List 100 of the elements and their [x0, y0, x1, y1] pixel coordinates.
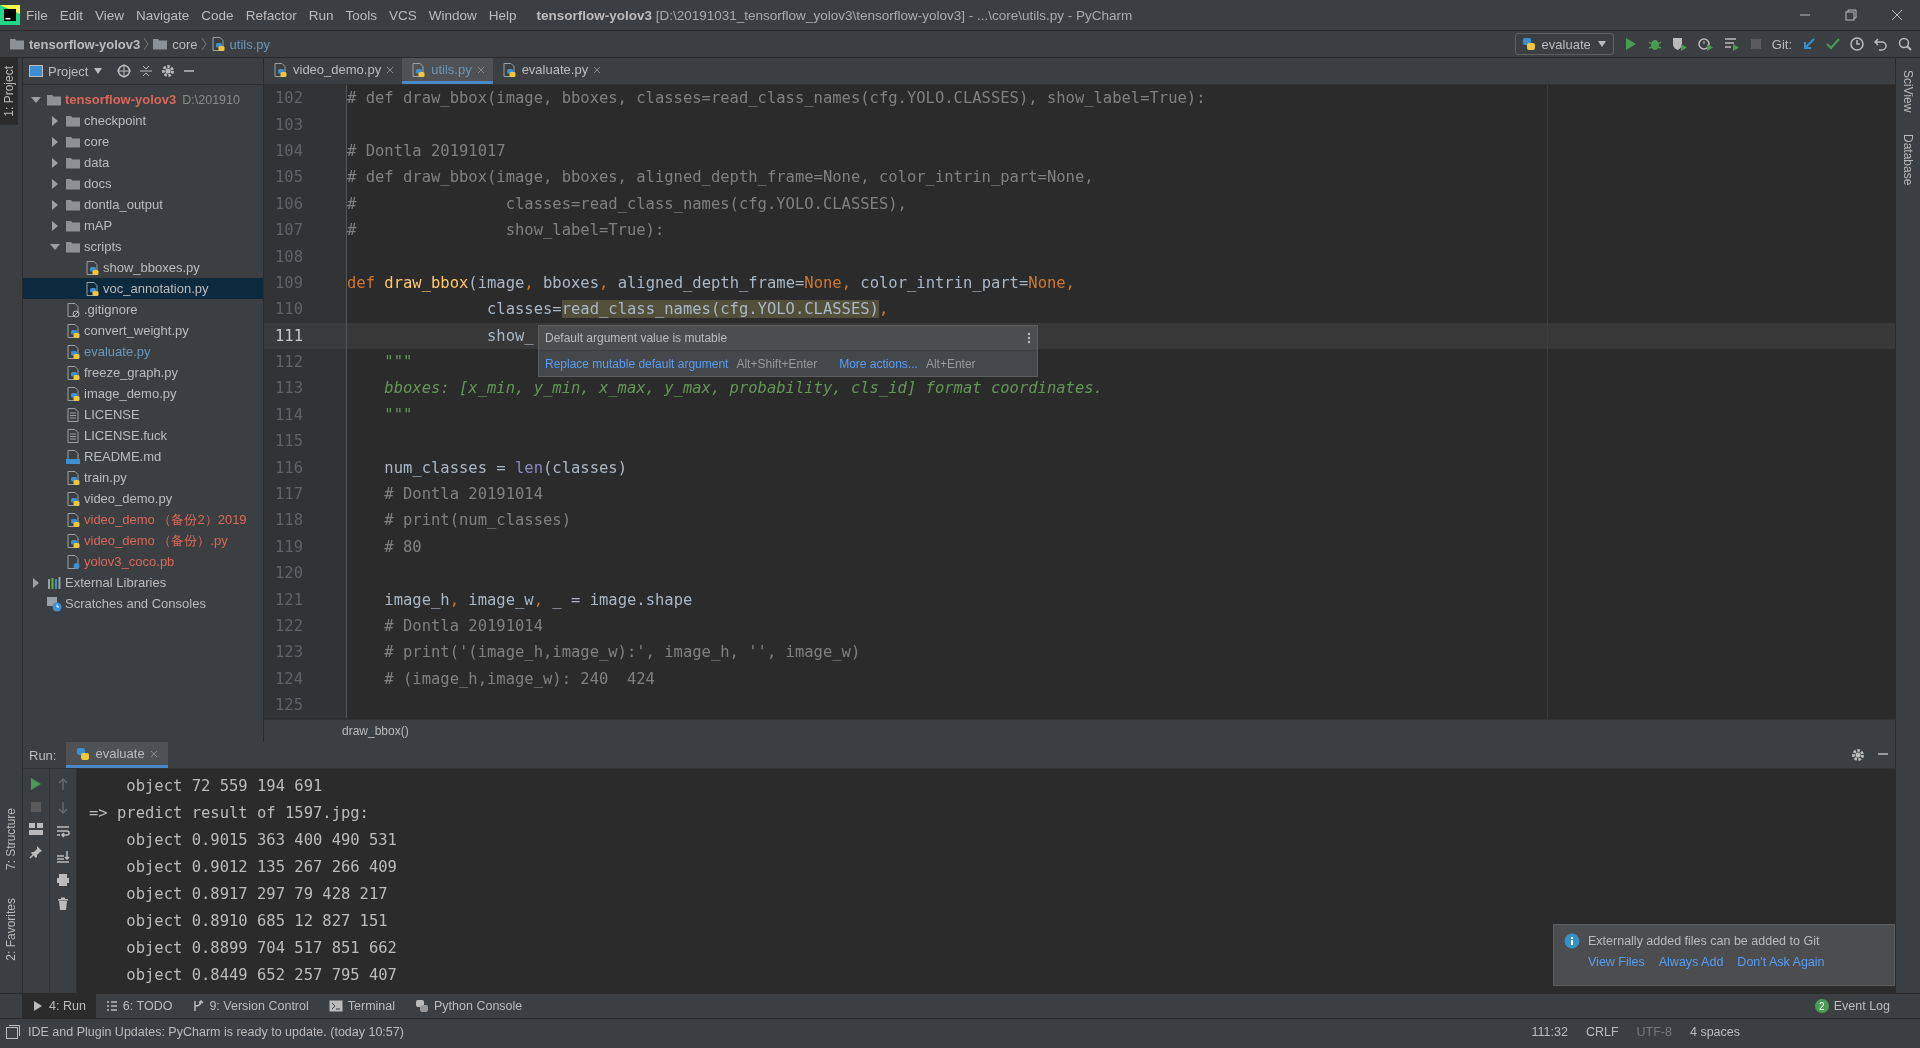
- scroll-to-end-icon[interactable]: [56, 849, 70, 863]
- breadcrumb[interactable]: utils.py: [206, 34, 273, 54]
- close-icon[interactable]: [476, 65, 485, 74]
- tool-window-button[interactable]: SciView: [1899, 64, 1917, 119]
- trash-icon[interactable]: [57, 897, 69, 911]
- tree-item[interactable]: core: [23, 131, 263, 152]
- run-configuration-dropdown[interactable]: evaluate: [1514, 33, 1614, 55]
- tree-item[interactable]: docs: [23, 173, 263, 194]
- quick-fix-link[interactable]: More actions...: [839, 356, 918, 371]
- python-file-icon: [65, 532, 81, 549]
- rerun-icon[interactable]: [29, 777, 43, 791]
- menu-item[interactable]: View: [89, 4, 131, 26]
- tool-window-tab[interactable]: 9: Version Control: [182, 994, 319, 1018]
- library-icon: [46, 574, 62, 591]
- editor-tab[interactable]: evaluate.py: [492, 58, 610, 84]
- status-item[interactable]: 4 spaces: [1689, 1025, 1740, 1039]
- menu-item[interactable]: Edit: [53, 4, 90, 26]
- quick-fix-link[interactable]: Replace mutable default argument: [545, 356, 729, 371]
- tree-item[interactable]: evaluate.py: [23, 341, 263, 362]
- close-icon[interactable]: [149, 749, 158, 758]
- coverage-icon[interactable]: [1671, 37, 1688, 51]
- menu-item[interactable]: Refactor: [239, 4, 303, 26]
- menu-item[interactable]: Code: [195, 4, 240, 26]
- tree-item[interactable]: dontla_output: [23, 194, 263, 215]
- settings-icon[interactable]: [1851, 748, 1865, 762]
- search-icon[interactable]: [1898, 37, 1912, 51]
- soft-wrap-icon[interactable]: [56, 825, 70, 839]
- event-log-button[interactable]: 2 Event Log: [1814, 999, 1890, 1013]
- app-logo-icon: [0, 5, 20, 25]
- layout-icon[interactable]: [29, 823, 43, 835]
- breadcrumb[interactable]: core: [149, 34, 201, 54]
- tree-item[interactable]: freeze_graph.py: [23, 362, 263, 383]
- panel-toggle-icon[interactable]: [6, 1025, 20, 1039]
- project-view-dropdown[interactable]: Project: [29, 63, 104, 79]
- tool-window-button[interactable]: Database: [1899, 128, 1917, 192]
- status-item[interactable]: CRLF: [1585, 1025, 1619, 1039]
- tool-window-button[interactable]: 1: Project: [0, 58, 18, 125]
- close-icon[interactable]: [593, 65, 602, 74]
- menu-item[interactable]: File: [20, 4, 54, 26]
- tool-window-tab[interactable]: 4: Run: [22, 994, 96, 1018]
- print-icon[interactable]: [56, 873, 70, 887]
- tool-window-tab[interactable]: Terminal: [318, 994, 405, 1018]
- tree-item[interactable]: video_demo （备份2）2019: [23, 509, 263, 530]
- file-name: show_bboxes.py: [103, 260, 200, 275]
- tool-window-tab[interactable]: Python Console: [405, 994, 533, 1018]
- more-icon[interactable]: [1027, 332, 1031, 344]
- editor-tab[interactable]: video_demo.py: [264, 58, 403, 84]
- update-icon[interactable]: [1802, 37, 1816, 51]
- tree-item[interactable]: tensorflow-yolov3 D:\201910: [23, 89, 263, 110]
- menu-item[interactable]: Navigate: [130, 4, 196, 26]
- tree-item[interactable]: README.md: [23, 446, 263, 467]
- status-item[interactable]: 111:32: [1531, 1025, 1568, 1039]
- commit-icon[interactable]: [1826, 37, 1840, 51]
- tool-window-button[interactable]: 2: Favorites: [0, 890, 22, 969]
- tool-window-button[interactable]: 7: Structure: [0, 800, 22, 879]
- collapse-icon[interactable]: [139, 64, 154, 78]
- run-tab[interactable]: evaluate: [66, 742, 168, 768]
- run-list-icon[interactable]: [1723, 37, 1740, 51]
- tool-window-tab[interactable]: 6: TODO: [95, 994, 183, 1018]
- tree-item[interactable]: video_demo （备份）.py: [23, 530, 263, 551]
- menu-item[interactable]: Window: [422, 4, 483, 26]
- history-icon[interactable]: [1850, 37, 1864, 51]
- menu-item[interactable]: Help: [482, 4, 523, 26]
- tree-item[interactable]: .gitignore: [23, 299, 263, 320]
- tree-item[interactable]: voc_annotation.py: [23, 278, 263, 299]
- settings-icon[interactable]: [161, 64, 176, 78]
- notification-link[interactable]: View Files: [1588, 955, 1645, 969]
- python-file-icon: [65, 322, 81, 339]
- tree-item[interactable]: External Libraries: [23, 572, 263, 593]
- tree-item[interactable]: convert_weight.py: [23, 320, 263, 341]
- notification-link[interactable]: Don't Ask Again: [1737, 955, 1825, 969]
- tree-item[interactable]: yolov3_coco.pb: [23, 551, 263, 572]
- tree-item[interactable]: show_bboxes.py: [23, 257, 263, 278]
- menu-item[interactable]: VCS: [382, 4, 423, 26]
- menu-item[interactable]: Run: [302, 4, 340, 26]
- tree-item[interactable]: Scratches and Consoles: [23, 593, 263, 614]
- tree-item[interactable]: mAP: [23, 215, 263, 236]
- tree-item[interactable]: train.py: [23, 467, 263, 488]
- debug-icon[interactable]: [1647, 37, 1662, 51]
- tree-item[interactable]: image_demo.py: [23, 383, 263, 404]
- code-line: bboxes: [x_min, y_min, x_max, y_max, probability, cls_id] format coordinates.: [383, 378, 1103, 400]
- code-breadcrumb[interactable]: draw_bbox(): [342, 724, 409, 738]
- close-icon: [1891, 9, 1903, 21]
- breadcrumb[interactable]: tensorflow-yolov3: [6, 34, 144, 54]
- run-icon[interactable]: [1623, 37, 1638, 51]
- tree-item[interactable]: LICENSE.fuck: [23, 425, 263, 446]
- pin-icon[interactable]: [29, 845, 43, 859]
- revert-icon[interactable]: [1874, 37, 1888, 51]
- tree-item[interactable]: video_demo.py: [23, 488, 263, 509]
- tree-item[interactable]: checkpoint: [23, 110, 263, 131]
- close-icon[interactable]: [386, 65, 395, 74]
- locate-icon[interactable]: [117, 64, 132, 78]
- notification-link[interactable]: Always Add: [1658, 955, 1724, 969]
- menu-item[interactable]: Tools: [339, 4, 383, 26]
- profile-icon[interactable]: [1697, 37, 1714, 51]
- tree-item[interactable]: data: [23, 152, 263, 173]
- terminal-icon: [328, 1000, 343, 1012]
- tree-item[interactable]: LICENSE: [23, 404, 263, 425]
- tree-item[interactable]: scripts: [23, 236, 263, 257]
- code-line: # Dontla 20191017: [347, 140, 506, 162]
